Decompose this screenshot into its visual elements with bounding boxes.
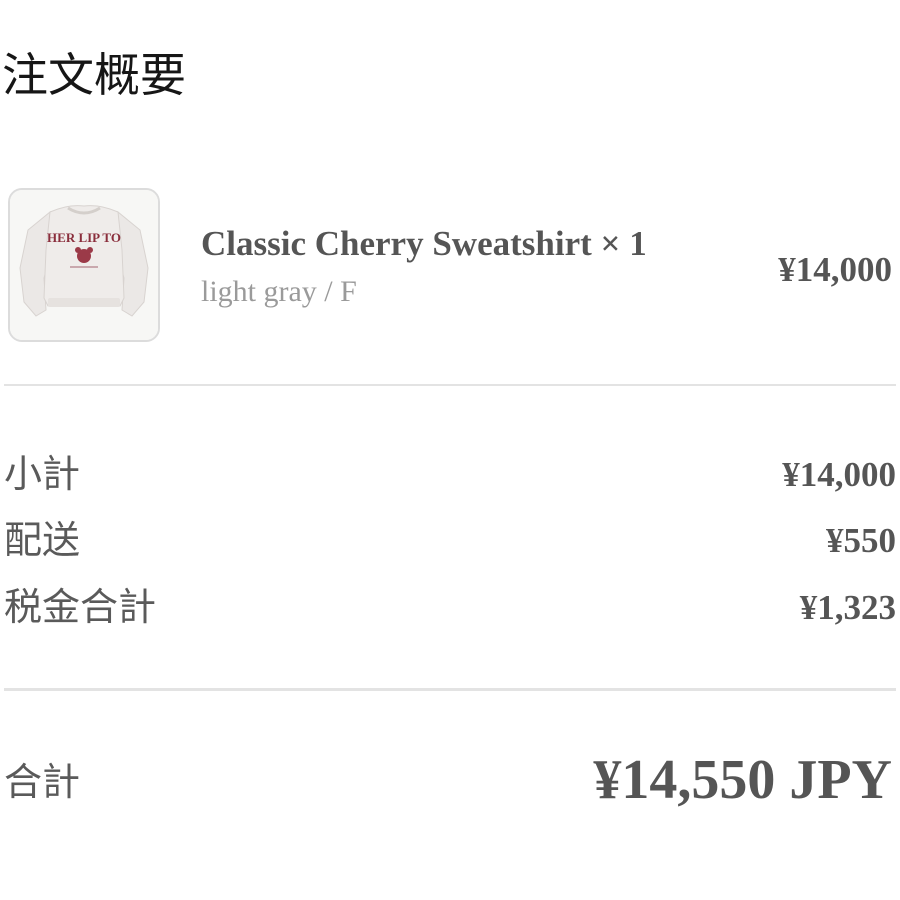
divider — [4, 688, 896, 691]
total-value: ¥14,550 JPY — [593, 749, 892, 811]
subtotal-value: ¥14,000 — [782, 455, 896, 494]
product-line-item: HER LIP TO — [0, 188, 900, 344]
product-price: ¥14,000 — [778, 250, 892, 289]
product-name[interactable]: Classic Cherry Sweatshirt × 1 — [201, 222, 647, 266]
tax-value: ¥1,323 — [799, 588, 896, 627]
product-variant: light gray / F — [201, 275, 357, 308]
page-title: 注文概要 — [2, 50, 186, 101]
divider — [4, 384, 896, 386]
subtotal-label: 小計 — [4, 454, 81, 496]
sweatshirt-icon: HER LIP TO — [10, 190, 158, 340]
tax-row: 税金合計 ¥1,323 — [0, 583, 900, 633]
shipping-value: ¥550 — [826, 521, 896, 560]
shipping-label: 配送 — [4, 520, 81, 562]
product-thumbnail[interactable]: HER LIP TO — [8, 188, 160, 342]
shipping-row: 配送 ¥550 — [0, 516, 900, 566]
sweatshirt-print-text: HER LIP TO — [47, 230, 121, 245]
total-label: 合計 — [4, 762, 81, 804]
subtotal-row: 小計 ¥14,000 — [0, 450, 900, 500]
tax-label: 税金合計 — [4, 587, 157, 629]
